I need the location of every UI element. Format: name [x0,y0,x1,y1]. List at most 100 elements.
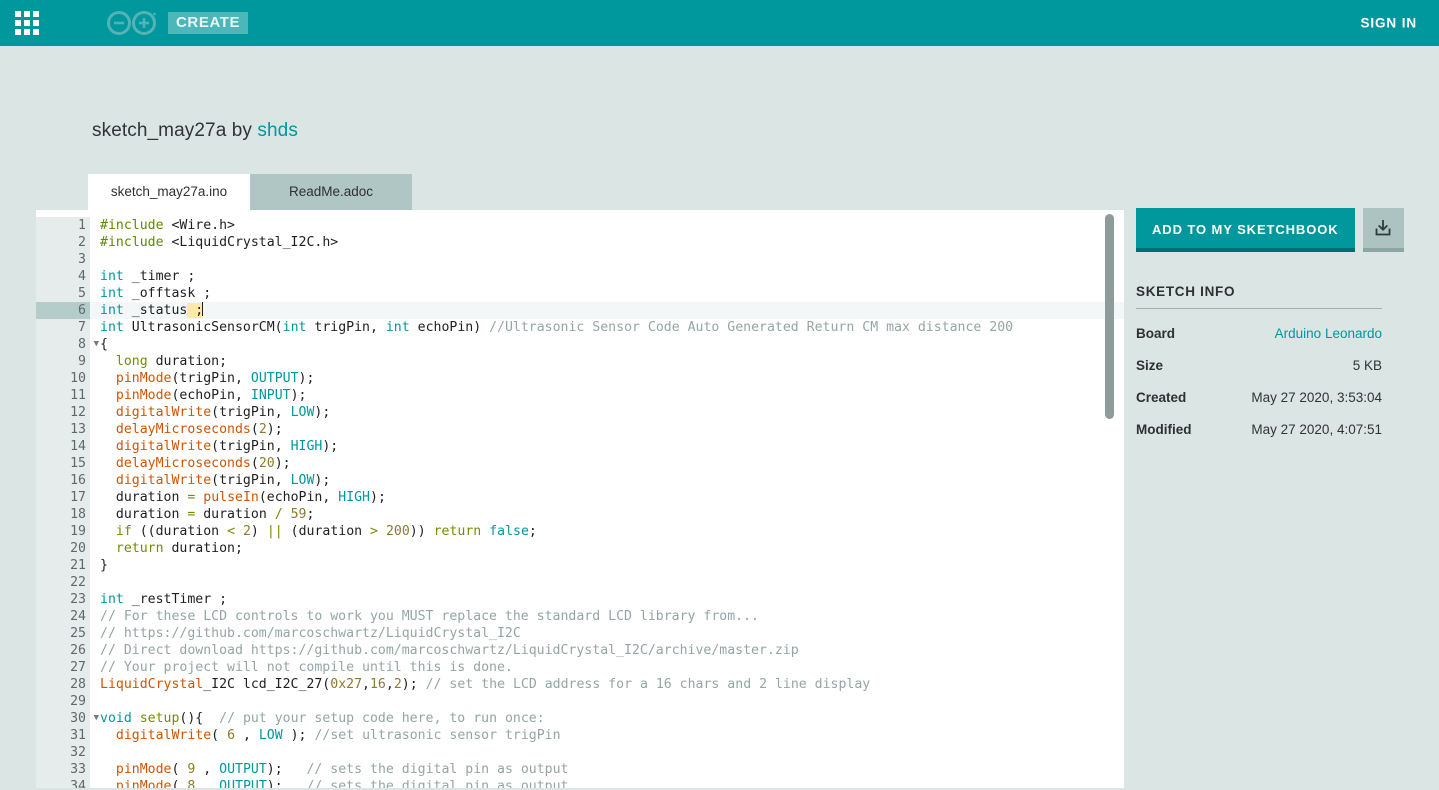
sketch-info-row: Modified May 27 2020, 4:07:51 [1136,422,1382,437]
code-line[interactable]: 12 digitalWrite(trigPin, LOW); [36,404,1124,421]
code-token: } [100,558,108,573]
line-content: // Your project will not compile until t… [90,659,1124,676]
fold-arrow-icon[interactable]: ▼ [94,710,99,727]
code-line[interactable]: 2 #include <LiquidCrystal_I2C.h> [36,234,1124,251]
code-line[interactable]: 4 int _timer ; [36,268,1124,285]
code-token: ); [314,405,331,420]
code-line[interactable]: 19 if ((duration < 2) || (duration > 200… [36,523,1124,540]
code-token: _status [123,303,188,318]
line-content: #include <LiquidCrystal_I2C.h> [90,234,1124,251]
line-content: duration = duration / 59; [90,506,1124,523]
page-body: sketch_may27a by shds sketch_may27a.ino R… [0,46,1439,790]
code-token: trigPin, [306,320,386,335]
code-line[interactable]: 33 pinMode( 9 , OUTPUT); // sets the dig… [36,761,1124,778]
code-line[interactable]: 28 LiquidCrystal_I2C lcd_I2C_27(0x27,16,2… [36,676,1124,693]
line-number: 32 [36,744,90,761]
code-token: 200 [385,524,410,539]
add-to-sketchbook-button[interactable]: ADD TO MY SKETCHBOOK [1136,208,1355,252]
code-token: pinMode [115,371,172,386]
code-token: // Your project will not compile until t… [100,660,513,675]
code-line[interactable]: 34 pinMode( 8 , OUTPUT); // sets the dig… [36,778,1124,788]
code-token: _offtask ; [123,286,212,301]
code-line[interactable]: 31 digitalWrite( 6 , LOW ); //set ultras… [36,727,1124,744]
code-token: //set ultrasonic sensor trigPin [314,728,561,743]
code-token: return [433,524,482,539]
grid-dot [33,20,39,26]
code-line[interactable]: 16 digitalWrite(trigPin, LOW); [36,472,1124,489]
code-line[interactable]: 21} [36,557,1124,574]
code-line[interactable]: 10 pinMode(trigPin, OUTPUT); [36,370,1124,387]
line-content: int _offtask ; [90,285,1124,302]
line-number: 29 [36,693,90,710]
code-line[interactable]: 22 [36,574,1124,591]
info-value[interactable]: Arduino Leonardo [1275,326,1382,341]
grid-dot [15,29,21,35]
code-token: ; [187,303,204,318]
code-token: ); [266,422,283,437]
sketch-info-row: Size 5 KB [1136,358,1382,373]
sketch-author-link[interactable]: shds [257,120,298,141]
code-token: ( [171,762,188,777]
tab-inactive[interactable]: ReadMe.adoc [250,174,412,210]
code-token: if [115,524,132,539]
code-line[interactable]: 32 [36,744,1124,761]
code-line[interactable]: 7 int UltrasonicSensorCM(int trigPin, int… [36,319,1124,336]
code-line[interactable]: 26 // Direct download https://github.com/… [36,642,1124,659]
code-line[interactable]: 29 [36,693,1124,710]
code-token: pinMode [115,779,172,788]
code-line[interactable]: 15 delayMicroseconds(20); [36,455,1124,472]
tab-active[interactable]: sketch_may27a.ino [88,174,250,210]
grid-dot [24,20,30,26]
code-line[interactable]: 23 int _restTimer ; [36,591,1124,608]
code-token: #include [100,218,172,233]
code-line[interactable]: 27 // Your project will not compile until… [36,659,1124,676]
code-line[interactable]: 20 return duration; [36,540,1124,557]
code-token: ( [250,456,259,471]
code-line[interactable]: 6 int _status ; [36,302,1124,319]
fold-arrow-icon[interactable]: ▼ [94,336,99,353]
code-token: duration [100,490,188,505]
code-line[interactable]: 24 // For these LCD controls to work you … [36,608,1124,625]
sidebar-actions: ADD TO MY SKETCHBOOK [1136,208,1404,252]
info-label: Board [1136,326,1176,341]
line-content: pinMode(trigPin, OUTPUT); [90,370,1124,387]
code-token: INPUT [250,388,291,403]
code-token: ); [401,677,426,692]
code-token: ); [282,728,315,743]
code-line[interactable]: 8 ▼{ [36,336,1124,353]
code-line[interactable]: 25 // https://github.com/marcoschwartz/Li… [36,625,1124,642]
code-token: <LiquidCrystal_I2C.h> [171,235,339,250]
code-lines[interactable]: 1 #include <Wire.h> 2 #include <LiquidCryst… [36,210,1124,788]
code-line[interactable]: 18 duration = duration / 59; [36,506,1124,523]
editor-vertical-scrollbar[interactable] [1105,214,1114,419]
sign-in-button[interactable]: SIGN IN [1360,16,1417,31]
apps-grid-icon[interactable] [14,10,40,36]
code-line[interactable]: 3 [36,251,1124,268]
code-token: int [100,320,124,335]
arduino-create-logo[interactable]: CREATE [104,10,249,36]
info-label: Size [1136,358,1164,373]
code-token: (echoPin, [171,388,251,403]
code-line[interactable]: 14 digitalWrite(trigPin, HIGH); [36,438,1124,455]
download-button[interactable] [1362,208,1404,252]
code-line[interactable]: 1 #include <Wire.h> [36,217,1124,234]
code-token: int [100,592,124,607]
code-token: (trigPin, [211,405,291,420]
line-number: 18 [36,506,90,523]
code-line[interactable]: 13 delayMicroseconds(2); [36,421,1124,438]
code-token: ); [370,490,386,505]
code-line[interactable]: 11 pinMode(echoPin, INPUT); [36,387,1124,404]
sketch-info-heading: SKETCH INFO [1136,284,1382,309]
line-number: 2 [36,234,90,251]
code-token: duration [100,507,188,522]
tab-label: ReadMe.adoc [288,184,374,199]
line-number: 4 [36,268,90,285]
code-line[interactable]: 9 long duration; [36,353,1124,370]
code-line[interactable]: 30 ▼ void setup(){ // put your setup code … [36,710,1124,727]
code-line[interactable]: 5 int _offtask ; [36,285,1124,302]
code-editor[interactable]: 1 #include <Wire.h> 2 #include <LiquidCryst… [36,210,1124,788]
grid-dot [33,29,39,35]
code-line[interactable]: 17 duration = pulseIn(echoPin, HIGH); [36,489,1124,506]
